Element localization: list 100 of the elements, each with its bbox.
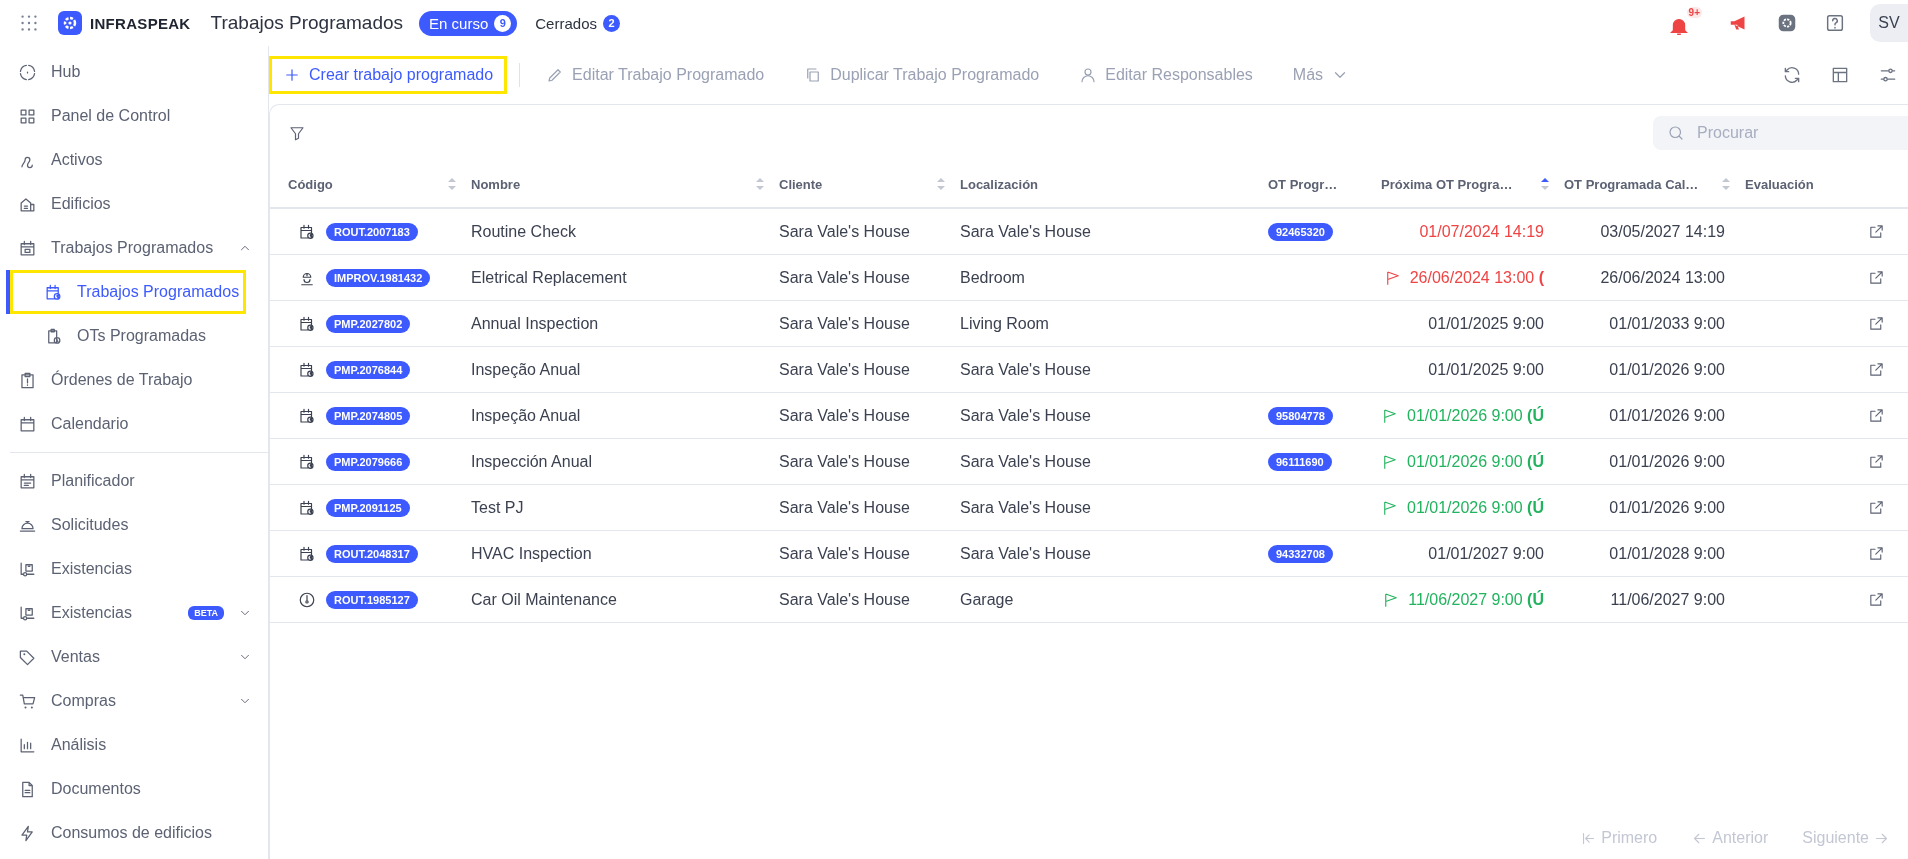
date-cell: 03/05/2027 14:19 <box>1600 222 1725 241</box>
notification-count: 9+ <box>1686 7 1702 18</box>
column-header[interactable]: Localización <box>960 176 1039 192</box>
table-cell: Sara Vale's House <box>779 406 910 425</box>
external-link-icon[interactable] <box>1868 453 1885 470</box>
date-cell: 01/01/2033 9:00 <box>1609 314 1725 333</box>
refresh-icon[interactable] <box>1782 65 1802 85</box>
code-badge[interactable]: PMP.2027802 <box>326 314 411 333</box>
code-badge[interactable]: PMP.2091125 <box>326 498 410 517</box>
calendar-clock-icon <box>298 360 316 379</box>
sidebar-label: Compras <box>51 692 117 710</box>
column-header[interactable]: Código <box>288 176 333 192</box>
external-link-icon[interactable] <box>1868 315 1885 332</box>
brand-name: INFRASPEAK <box>90 14 191 32</box>
table-cell: Sara Vale's House <box>779 360 910 379</box>
sidebar-item[interactable]: Calendario <box>0 402 268 446</box>
code-badge[interactable]: ROUT.1985127 <box>326 590 418 609</box>
date-cell: 26/06/2024 13:00 <box>1600 268 1725 287</box>
column-header[interactable]: Cliente <box>779 176 823 192</box>
sidebar-item[interactable]: Existencias <box>0 547 268 591</box>
column-header[interactable]: OT Progr… <box>1268 176 1338 192</box>
filter-icon[interactable] <box>288 124 306 142</box>
sidebar-item[interactable]: Documentos <box>0 767 268 811</box>
calendar-clock-icon <box>298 314 316 333</box>
sidebar-label: Trabajos Programados <box>51 239 215 257</box>
sidebar-item[interactable]: Trabajos Programados <box>0 226 268 270</box>
table-cell: Sara Vale's House <box>779 268 910 287</box>
date-cell: 01/01/2025 9:00 <box>1428 314 1544 333</box>
status-tab[interactable]: En curso 9 <box>419 10 518 36</box>
ot-number-badge[interactable]: 94332708 <box>1268 544 1333 563</box>
sidebar-item[interactable]: Órdenes de Trabajo <box>0 358 268 402</box>
date-cell: 11/06/2027 9:00 (Ú <box>1408 590 1544 609</box>
table-cell: Sara Vale's House <box>779 498 910 517</box>
ot-number-badge[interactable]: 96111690 <box>1268 452 1332 471</box>
sidebar-item[interactable]: Ventas <box>0 635 268 679</box>
sidebar-item[interactable]: Solicitudes <box>0 503 268 547</box>
external-link-icon[interactable] <box>1868 223 1885 240</box>
layout-icon[interactable] <box>1830 65 1850 85</box>
sidebar-subitem[interactable]: Trabajos Programados <box>6 270 246 314</box>
column-header[interactable]: Próxima OT Progra… <box>1381 176 1513 192</box>
ot-number-badge[interactable]: 92465320 <box>1268 222 1333 241</box>
code-badge[interactable]: PMP.2079666 <box>326 452 411 471</box>
status-tab[interactable]: Cerrados 2 <box>525 10 626 36</box>
sidebar-item[interactable]: Hub <box>0 50 268 94</box>
table-cell: Inspeção Anual <box>471 360 581 379</box>
sidebar-label: Planificador <box>51 472 136 490</box>
column-header[interactable]: Nombre <box>471 176 521 192</box>
sort-ascending-icon[interactable] <box>1540 176 1550 192</box>
sidebar-label: Existencias <box>51 560 133 578</box>
settings-icon[interactable] <box>1776 12 1798 34</box>
sidebar-item[interactable]: Panel de Control <box>0 94 268 138</box>
external-link-icon[interactable] <box>1868 269 1885 286</box>
code-badge[interactable]: ROUT.2048317 <box>326 544 418 563</box>
date-cell: 11/06/2027 9:00 <box>1610 590 1725 609</box>
sidebar-label: Existencias <box>51 604 133 622</box>
toolbar-button[interactable]: Crear trabajo programado <box>269 56 508 94</box>
beta-badge: BETA <box>188 606 224 620</box>
help-icon[interactable] <box>1824 12 1846 34</box>
ot-number-badge[interactable]: 95804778 <box>1268 406 1333 425</box>
external-link-icon[interactable] <box>1868 361 1885 378</box>
table-cell: Garage <box>960 590 1014 609</box>
sidebar-item[interactable]: Consumos de edificios <box>0 811 268 855</box>
sidebar-label: Análisis <box>51 736 108 754</box>
code-badge[interactable]: IMPROV.1981432 <box>326 268 431 287</box>
code-badge[interactable]: PMP.2076844 <box>326 360 411 379</box>
sidebar-item[interactable]: Planificador <box>0 459 268 503</box>
external-link-icon[interactable] <box>1868 407 1885 424</box>
user-avatar[interactable]: SV <box>1870 4 1908 42</box>
table-cell: Sara Vale's House <box>779 590 910 609</box>
sidebar-item[interactable]: Compras <box>0 679 268 723</box>
table-cell: Routine Check <box>471 222 576 241</box>
date-cell: 01/01/2028 9:00 <box>1609 544 1725 563</box>
external-link-icon[interactable] <box>1868 545 1885 562</box>
calendar-clock-icon <box>298 222 316 241</box>
external-link-icon[interactable] <box>1868 499 1885 516</box>
search-field[interactable]: Procurar <box>1653 116 1908 150</box>
apps-grid-icon[interactable] <box>18 12 40 34</box>
table-cell: Eletrical Replacement <box>471 268 627 287</box>
sidebar-label: Órdenes de Trabajo <box>51 371 194 389</box>
calendar-clock-icon <box>298 406 316 425</box>
table-cell: Sara Vale's House <box>960 360 1091 379</box>
sidebar-item[interactable]: Edificios <box>0 182 268 226</box>
sidebar-item[interactable]: Análisis <box>0 723 268 767</box>
column-header[interactable]: OT Programada Cal… <box>1564 176 1699 192</box>
table-cell: Sara Vale's House <box>960 452 1091 471</box>
table-cell: Sara Vale's House <box>779 222 910 241</box>
code-badge[interactable]: PMP.2074805 <box>326 406 411 425</box>
notification-bell[interactable]: 9+ <box>1668 7 1702 39</box>
sidebar-label: Consumos de edificios <box>51 824 213 842</box>
sidebar-item[interactable]: Activos <box>0 138 268 182</box>
table-cell: Sara Vale's House <box>960 222 1091 241</box>
page-title: Trabajos Programados <box>210 12 404 34</box>
sidebar-item[interactable]: Existencias BETA <box>0 591 268 635</box>
sidebar-subitem[interactable]: OTs Programadas <box>6 314 246 358</box>
external-link-icon[interactable] <box>1868 591 1885 608</box>
calendar-icon <box>18 471 37 491</box>
code-badge[interactable]: ROUT.2007183 <box>326 222 418 241</box>
user-icon <box>1079 66 1098 84</box>
table-cell: Inspección Anual <box>471 452 592 471</box>
column-header[interactable]: Evaluación <box>1745 176 1814 192</box>
